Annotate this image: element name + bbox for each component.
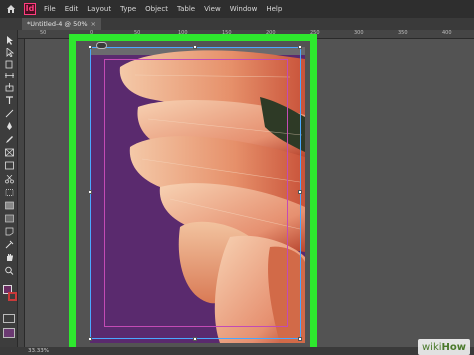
menu-bar: Id File Edit Layout Type Object Table Vi…	[0, 0, 474, 18]
gradient-swatch-tool-icon[interactable]	[4, 201, 15, 210]
close-icon[interactable]: ×	[91, 20, 96, 28]
wikihow-watermark: wiki How	[418, 339, 471, 355]
gradient-feather-tool-icon[interactable]	[4, 214, 15, 223]
status-bar: 33.33%	[0, 347, 474, 355]
type-tool-icon[interactable]	[4, 96, 15, 105]
menu-edit[interactable]: Edit	[65, 5, 79, 13]
preview-mode-icon[interactable]	[3, 328, 15, 338]
selection-tool-icon[interactable]	[4, 36, 15, 45]
rectangle-tool-icon[interactable]	[4, 161, 15, 170]
note-tool-icon[interactable]	[4, 227, 15, 236]
gap-tool-icon[interactable]	[4, 71, 15, 80]
watermark-part2: How	[441, 341, 467, 353]
line-tool-icon[interactable]	[4, 109, 15, 118]
eyedropper-tool-icon[interactable]	[4, 240, 15, 249]
highlight-frame	[69, 34, 317, 354]
menu-layout[interactable]: Layout	[87, 5, 111, 13]
ruler-tick: 350	[398, 30, 408, 36]
normal-mode-icon[interactable]	[3, 314, 15, 323]
vertical-ruler[interactable]	[18, 39, 25, 347]
zoom-level[interactable]: 33.33%	[28, 347, 49, 355]
document-tab-bar: *Untitled-4 @ 50% ×	[0, 18, 474, 30]
menu-help[interactable]: Help	[266, 5, 282, 13]
zoom-tool-icon[interactable]	[4, 266, 15, 275]
direct-selection-tool-icon[interactable]	[4, 48, 15, 57]
page-tool-icon[interactable]	[4, 60, 15, 69]
ruler-tick: 400	[442, 30, 452, 36]
free-transform-tool-icon[interactable]	[4, 188, 15, 197]
hand-tool-icon[interactable]	[4, 253, 15, 262]
indesign-window: Id File Edit Layout Type Object Table Vi…	[0, 0, 474, 355]
tools-panel	[0, 30, 18, 347]
pencil-tool-icon[interactable]	[4, 135, 15, 144]
menu-file[interactable]: File	[44, 5, 56, 13]
app-logo: Id	[24, 3, 36, 15]
scissors-tool-icon[interactable]	[4, 175, 15, 184]
ruler-tick: 300	[354, 30, 364, 36]
menu-type[interactable]: Type	[120, 5, 136, 13]
watermark-part1: wiki	[422, 341, 442, 353]
document-tab[interactable]: *Untitled-4 @ 50% ×	[22, 18, 101, 30]
menu-view[interactable]: View	[204, 5, 221, 13]
menu-table[interactable]: Table	[177, 5, 195, 13]
pen-tool-icon[interactable]	[4, 122, 15, 131]
content-collector-icon[interactable]	[4, 83, 15, 92]
stroke-swatch[interactable]	[8, 292, 17, 301]
document-tab-label: *Untitled-4 @ 50%	[27, 20, 88, 28]
menu-object[interactable]: Object	[145, 5, 168, 13]
home-icon[interactable]	[0, 0, 22, 18]
ruler-tick: 50	[40, 30, 47, 36]
rectangle-frame-tool-icon[interactable]	[4, 148, 15, 157]
menu-window[interactable]: Window	[230, 5, 258, 13]
